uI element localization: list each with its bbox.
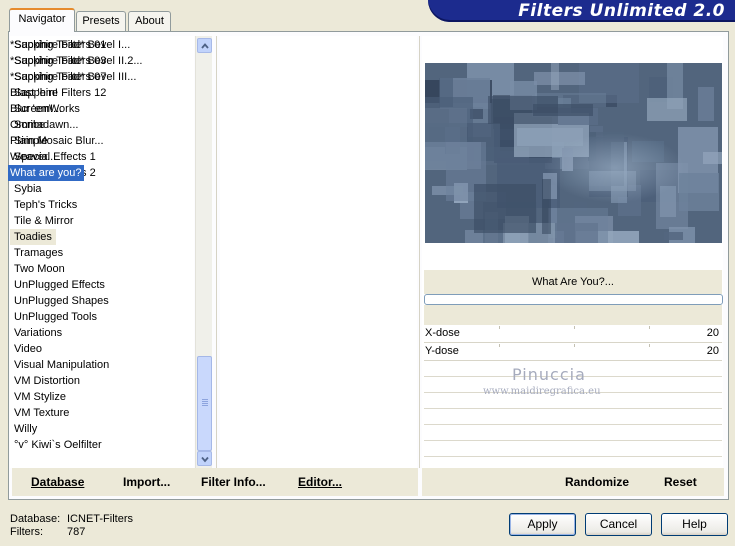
preview-texture-block — [534, 72, 585, 85]
category-item[interactable]: Video — [12, 341, 44, 357]
reset-button[interactable]: Reset — [664, 475, 697, 489]
category-item[interactable]: Visual Manipulation — [12, 357, 111, 373]
category-item[interactable]: °v° Kiwi`s Oelfilter — [12, 437, 104, 453]
chevron-up-icon — [201, 43, 209, 49]
preview-texture-block — [679, 173, 719, 211]
database-label: Database — [31, 475, 85, 489]
category-item[interactable]: Sybia — [12, 181, 44, 197]
param-x-dose[interactable]: X-dose 20 — [424, 325, 722, 343]
database-info-value: ICNET-Filters — [67, 513, 133, 525]
preview-texture-block — [425, 142, 481, 169]
category-item[interactable]: Two Moon — [12, 261, 67, 277]
list-divider — [216, 36, 217, 468]
randomize-button[interactable]: Randomize — [565, 475, 629, 489]
preview-texture-block — [664, 232, 683, 240]
preview-texture-block — [439, 78, 453, 107]
preview-texture-block — [698, 87, 714, 121]
category-scrollbar[interactable] — [195, 36, 212, 468]
param-label: Y-dose — [425, 345, 459, 357]
scroll-up-button[interactable] — [197, 38, 212, 53]
category-item[interactable]: Teph's Tricks — [12, 197, 79, 213]
progress-bar — [424, 294, 723, 305]
category-item[interactable]: UnPlugged Shapes — [12, 293, 111, 309]
category-item[interactable]: Tile & Mirror — [12, 213, 75, 229]
chevron-down-icon — [201, 456, 209, 463]
preview-highlight — [545, 133, 685, 203]
param-row-empty — [424, 426, 722, 441]
filters-info-value: 787 — [67, 526, 86, 538]
filters-info: Filters: 787 — [10, 526, 85, 538]
param-value: 20 — [706, 345, 719, 357]
preview-texture-block — [703, 152, 722, 164]
tab-presets[interactable]: Presets — [76, 11, 126, 31]
filter-item[interactable]: *Sucking Toad* Bevel III... — [8, 69, 138, 85]
param-value: 20 — [706, 327, 719, 339]
param-row-empty — [424, 410, 722, 425]
editor-button[interactable]: Editor... — [298, 475, 342, 489]
watermark-name: Pinuccia — [512, 365, 586, 384]
apply-button[interactable]: Apply — [509, 513, 576, 536]
category-item[interactable]: Toadies — [10, 229, 56, 245]
filter-list[interactable] — [220, 36, 417, 468]
category-item[interactable]: VM Distortion — [12, 373, 82, 389]
filter-item[interactable]: Blur 'em!... — [8, 101, 64, 117]
filter-item[interactable]: Plain Mosaic Blur... — [8, 133, 106, 149]
database-info: Database: ICNET-Filters — [10, 513, 133, 525]
filter-item[interactable]: *Sucking Toad* Bevel I... — [8, 37, 132, 53]
preview-image[interactable] — [425, 63, 722, 243]
preview-texture-block — [474, 184, 536, 233]
category-item[interactable]: VM Texture — [12, 405, 71, 421]
preview-texture-block — [533, 104, 593, 116]
cancel-button[interactable]: Cancel — [585, 513, 652, 536]
database-info-label: Database: — [10, 513, 61, 525]
scroll-thumb[interactable] — [197, 356, 212, 451]
import-button[interactable]: Import... — [123, 475, 170, 489]
category-item[interactable]: Variations — [12, 325, 64, 341]
preview-texture-block — [647, 98, 687, 121]
tab-navigator[interactable]: Navigator — [9, 8, 75, 32]
tab-about[interactable]: About — [128, 11, 171, 31]
preview-texture-block — [551, 63, 559, 90]
category-item[interactable]: VM Stylize — [12, 389, 68, 405]
param-y-dose[interactable]: Y-dose 20 — [424, 343, 722, 361]
category-item[interactable]: Tramages — [12, 245, 65, 261]
param-label: X-dose — [425, 327, 460, 339]
filter-item[interactable]: *Sucking Toad* Bevel II.2... — [8, 53, 145, 69]
filter-item[interactable]: What are you? — [8, 165, 84, 181]
param-row-empty — [424, 442, 722, 457]
editor-label: Editor... — [298, 475, 343, 489]
filters-info-label: Filters: — [10, 526, 43, 538]
preview-texture-block — [548, 208, 608, 243]
category-item[interactable]: UnPlugged Tools — [12, 309, 99, 325]
filter-item[interactable]: Weaver... — [8, 149, 58, 165]
filter-item[interactable]: Ommadawn... — [8, 117, 80, 133]
help-button[interactable]: Help — [661, 513, 728, 536]
scroll-down-button[interactable] — [197, 451, 212, 466]
app-title: Filters Unlimited 2.0 — [518, 1, 725, 21]
database-button[interactable]: Database — [31, 475, 84, 489]
category-item[interactable]: Willy — [12, 421, 39, 437]
category-item[interactable]: UnPlugged Effects — [12, 277, 107, 293]
filter-name-label: What Are You?... — [424, 270, 722, 294]
filter-info-button[interactable]: Filter Info... — [201, 475, 266, 489]
title-banner: Filters Unlimited 2.0 — [428, 0, 735, 22]
param-spacer — [424, 305, 722, 325]
filter-item[interactable]: Blast 'em! — [8, 85, 60, 101]
preview-divider — [419, 36, 420, 468]
watermark-url: www.maidiregrafica.eu — [483, 386, 601, 397]
